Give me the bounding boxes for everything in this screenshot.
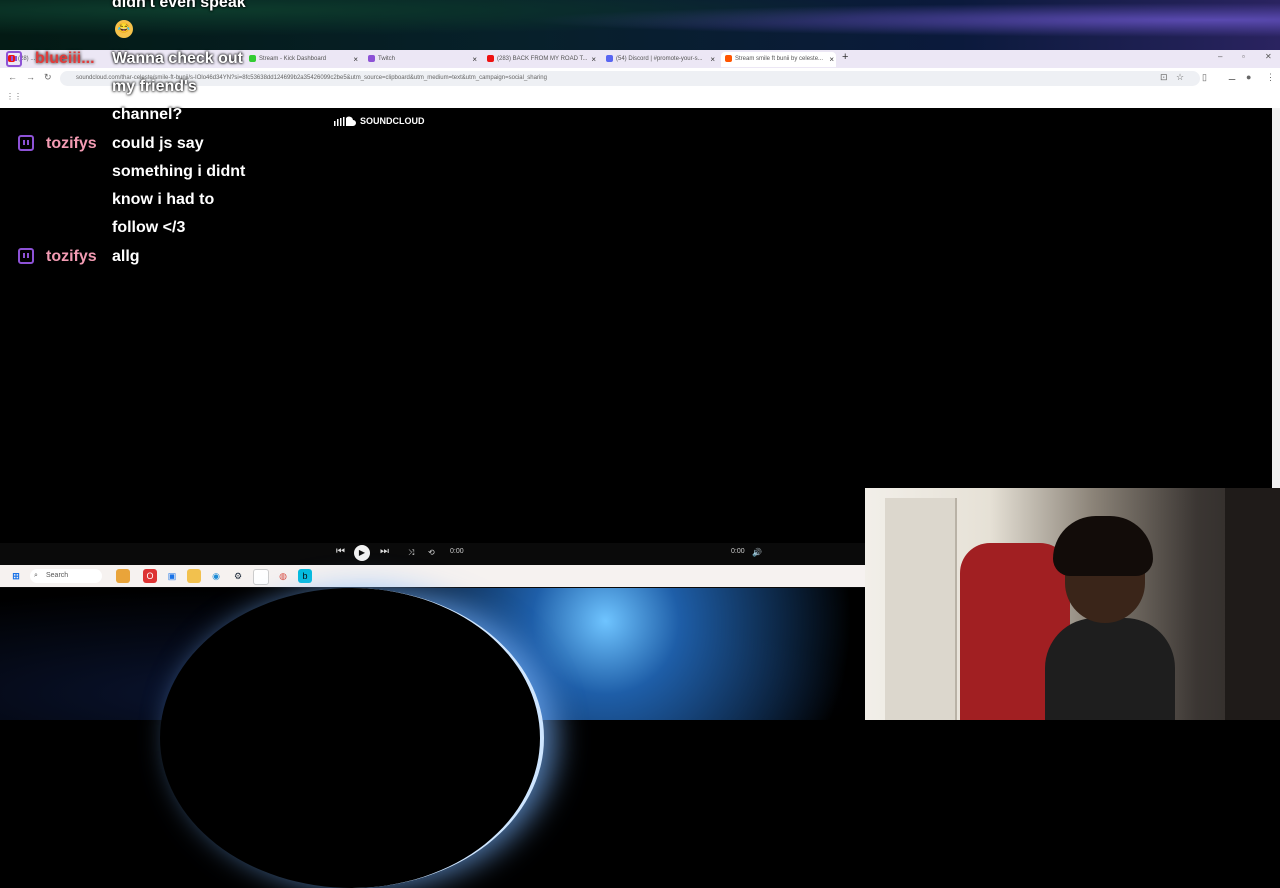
- close-icon[interactable]: ×: [591, 52, 596, 67]
- windows-start-icon[interactable]: ⊞: [9, 569, 23, 583]
- webcam-overlay: [865, 488, 1280, 720]
- soundcloud-logo[interactable]: SOUNDCLOUD: [334, 116, 425, 126]
- chat-username: tozifys: [46, 248, 97, 265]
- close-icon[interactable]: ×: [710, 52, 715, 67]
- soundcloud-cloud-icon: [334, 116, 356, 126]
- edge-icon[interactable]: ◉: [209, 569, 223, 583]
- chat-message-line: didn't even speak: [112, 0, 246, 11]
- total-time: 0:00: [731, 548, 745, 555]
- tab-twitch[interactable]: Twitch ×: [364, 52, 479, 67]
- chat-username: tozifys: [46, 135, 97, 152]
- minimize-icon[interactable]: –: [1218, 52, 1222, 61]
- stream-chat-overlay: didn't even speak 😂 blueiii... Wanna che…: [0, 0, 330, 280]
- current-time: 0:00: [450, 548, 464, 555]
- twitch-badge-icon: [6, 51, 22, 67]
- extensions-icon[interactable]: ⚊: [1228, 72, 1236, 83]
- repeat-icon[interactable]: ⟲: [428, 548, 435, 557]
- close-window-icon[interactable]: ✕: [1265, 52, 1272, 61]
- task-view-icon[interactable]: ▣: [165, 569, 179, 583]
- shuffle-icon[interactable]: ⤨: [408, 548, 414, 558]
- install-icon[interactable]: ⊡: [1160, 72, 1168, 83]
- tab-discord[interactable]: (54) Discord | #promote-your-s... ×: [602, 52, 717, 67]
- windows-taskbar: ⊞ ⌕ Search O ▣ ◉ ⚙ ◍ b: [0, 565, 865, 587]
- discord-icon: [606, 54, 613, 62]
- playback-bar: ⏮ ▶ ⏭ ⤨ ⟲ 0:00 0:00 🔊: [0, 543, 865, 563]
- chat-message-line: allg: [112, 248, 140, 265]
- tab-soundcloud[interactable]: Stream smile ft bunii by celeste... ×: [721, 52, 836, 67]
- chat-message-line: channel?: [112, 106, 183, 123]
- streamer-hair: [1053, 516, 1153, 576]
- taskbar-search[interactable]: ⌕ Search: [30, 569, 102, 583]
- webcam-shelf: [1225, 488, 1280, 720]
- chat-message-line: my friend's: [112, 78, 197, 95]
- profile-avatar-icon[interactable]: ●: [1246, 72, 1251, 82]
- chat-message-line: know i had to: [112, 191, 215, 208]
- youtube-icon: [487, 54, 494, 62]
- app-icon[interactable]: b: [298, 569, 312, 583]
- twitch-badge-icon: [18, 248, 34, 264]
- file-explorer-icon[interactable]: [187, 569, 201, 583]
- close-icon[interactable]: ×: [472, 52, 477, 67]
- previous-track-icon[interactable]: ⏮: [336, 546, 345, 557]
- streamer-body: [1045, 618, 1175, 720]
- chrome-icon[interactable]: ◍: [276, 569, 290, 583]
- volume-icon[interactable]: 🔊: [752, 548, 762, 557]
- play-button[interactable]: ▶: [354, 545, 370, 561]
- next-track-icon[interactable]: ⏭: [380, 546, 389, 557]
- chat-message-line: follow </3: [112, 219, 186, 236]
- search-icon: ⌕: [34, 572, 38, 579]
- sidebar-icon[interactable]: ▯: [1202, 72, 1207, 83]
- close-icon[interactable]: ×: [353, 52, 358, 67]
- streamer: [1045, 508, 1175, 720]
- soundcloud-icon: [725, 54, 732, 62]
- notepad-icon[interactable]: [253, 569, 269, 585]
- new-tab-button[interactable]: +: [842, 51, 848, 63]
- menu-icon[interactable]: ⋮: [1266, 72, 1275, 83]
- steam-icon[interactable]: ⚙: [231, 569, 245, 583]
- twitch-icon: [368, 54, 375, 62]
- bookmark-star-icon[interactable]: ☆: [1176, 72, 1184, 83]
- close-icon[interactable]: ×: [829, 52, 834, 67]
- chat-message-line: could js say: [112, 135, 204, 152]
- laughing-emoji-icon: 😂: [115, 20, 133, 38]
- planet-graphic: [160, 588, 544, 888]
- tab-youtube-2[interactable]: (283) BACK FROM MY ROAD T... ×: [483, 52, 598, 67]
- widgets-icon[interactable]: [116, 569, 130, 583]
- opera-icon[interactable]: O: [143, 569, 157, 583]
- page-scrollbar[interactable]: [1272, 108, 1280, 543]
- maximize-icon[interactable]: ▫: [1242, 52, 1245, 61]
- twitch-badge-icon: [18, 135, 34, 151]
- chat-username: blueiii...: [35, 50, 95, 67]
- webcam-door: [885, 498, 957, 720]
- chat-message-line: something i didnt: [112, 163, 246, 180]
- chat-message-line: Wanna check out: [112, 50, 243, 67]
